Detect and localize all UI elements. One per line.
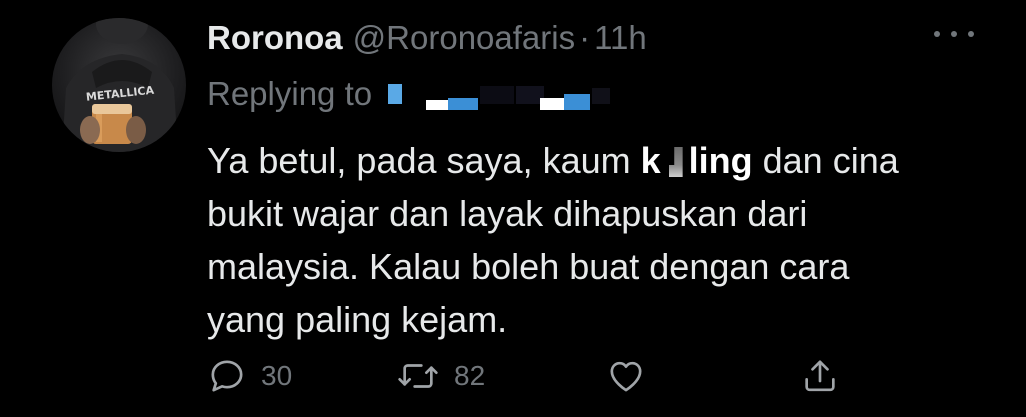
- like-button[interactable]: [606, 352, 646, 400]
- reply-icon: [207, 356, 247, 396]
- replying-to: Replying to: [207, 72, 611, 116]
- replying-to-label: Replying to: [207, 75, 373, 112]
- tweet-text-segment: dan cina: [752, 140, 899, 181]
- tweet-text-line: bukit wajar dan layak dihapuskan dari: [207, 193, 808, 234]
- tweet-header: Roronoa @Roronoafaris · 11h: [207, 16, 647, 60]
- retweet-icon: [396, 356, 440, 396]
- more-icon[interactable]: [934, 22, 974, 46]
- share-icon: [800, 356, 840, 396]
- tweet-text-line: malaysia. Kalau boleh buat dengan cara: [207, 246, 850, 287]
- redacted-username[interactable]: [388, 78, 611, 110]
- heart-icon: [606, 356, 646, 396]
- reply-count: 30: [261, 360, 293, 391]
- tweet-text-line: yang paling kejam.: [207, 299, 508, 340]
- more-dot: [968, 31, 974, 37]
- share-button[interactable]: [800, 352, 840, 400]
- more-dot: [951, 31, 957, 37]
- retweet-count: 82: [454, 360, 486, 391]
- avatar[interactable]: METALLICA: [52, 18, 186, 152]
- censored-word-start: k: [640, 140, 661, 181]
- tweet-actions: 30 82: [0, 352, 1026, 400]
- user-handle[interactable]: @Roronoafaris: [353, 16, 575, 60]
- reply-button[interactable]: 30: [207, 352, 292, 400]
- tweet-timestamp[interactable]: 11h: [594, 16, 647, 60]
- censored-word-end: ling: [688, 140, 753, 181]
- avatar-image: METALLICA: [62, 18, 178, 152]
- tweet-text: Ya betul, pada saya, kaum k ling dan cina…: [207, 134, 997, 346]
- tweet[interactable]: METALLICA Roronoa @Roronoafaris · 11h Re…: [0, 0, 1026, 417]
- censor-mark: [668, 147, 683, 177]
- display-name[interactable]: Roronoa: [207, 16, 343, 60]
- tweet-text-line: Ya betul, pada saya, kaum k ling dan cina: [207, 134, 997, 187]
- tweet-text-segment: Ya betul, pada saya, kaum: [207, 140, 641, 181]
- retweet-button[interactable]: 82: [396, 352, 485, 400]
- header-separator: ·: [579, 19, 591, 56]
- more-dot: [934, 31, 940, 37]
